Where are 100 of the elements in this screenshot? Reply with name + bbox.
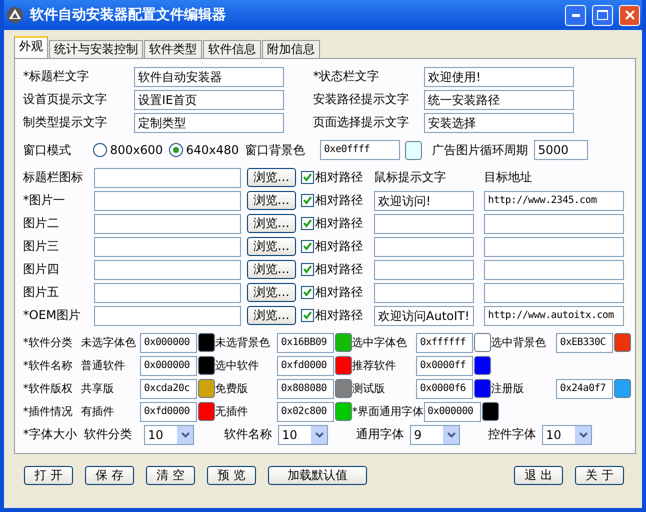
checkbox[interactable] bbox=[301, 240, 314, 253]
tooltip-field[interactable] bbox=[374, 282, 474, 302]
color-field[interactable]: 0xfd0000 bbox=[140, 402, 197, 422]
close-button[interactable] bbox=[619, 4, 640, 26]
action-button[interactable]: 退 出 bbox=[514, 466, 563, 485]
field-label: 无插件 bbox=[215, 404, 249, 419]
dropdown[interactable]: 10 bbox=[542, 424, 592, 444]
action-button[interactable]: 保 存 bbox=[85, 466, 134, 485]
tooltip-field[interactable]: 欢迎访问AutoIT! bbox=[374, 306, 474, 326]
checkbox[interactable] bbox=[301, 286, 314, 299]
dropdown[interactable]: 10 bbox=[278, 424, 328, 444]
text-field[interactable]: 统一安装路径 bbox=[424, 90, 574, 110]
path-field[interactable] bbox=[94, 190, 241, 210]
browse-button[interactable]: 浏览… bbox=[247, 260, 296, 279]
radio-button[interactable] bbox=[169, 143, 183, 157]
browse-button[interactable]: 浏览… bbox=[247, 191, 296, 210]
tab[interactable]: 附加信息 bbox=[262, 40, 320, 58]
color-swatch[interactable] bbox=[614, 333, 631, 352]
path-field[interactable] bbox=[94, 214, 241, 234]
url-field[interactable] bbox=[484, 236, 624, 256]
chevron-down-icon bbox=[446, 432, 456, 438]
text-field[interactable]: 设置IE首页 bbox=[134, 90, 284, 110]
url-field[interactable] bbox=[484, 214, 624, 234]
color-field[interactable]: 0x000000 bbox=[424, 402, 480, 422]
action-button[interactable]: 预 览 bbox=[207, 466, 256, 485]
dropdown[interactable]: 10 bbox=[144, 424, 194, 444]
checkbox[interactable] bbox=[301, 217, 314, 230]
color-swatch[interactable] bbox=[474, 379, 491, 398]
color-swatch[interactable] bbox=[474, 333, 491, 352]
color-swatch[interactable] bbox=[335, 333, 352, 352]
radio-button[interactable] bbox=[93, 143, 107, 157]
tooltip-field[interactable] bbox=[374, 214, 474, 234]
path-field[interactable] bbox=[94, 306, 241, 326]
browse-button[interactable]: 浏览… bbox=[247, 237, 296, 256]
color-swatch[interactable] bbox=[614, 379, 631, 398]
color-swatch[interactable] bbox=[198, 356, 215, 375]
color-field[interactable]: 0xffffff bbox=[416, 332, 473, 352]
color-field[interactable]: 0x000000 bbox=[140, 332, 197, 352]
text-field[interactable]: 安装选择 bbox=[424, 112, 574, 132]
action-button[interactable]: 清 空 bbox=[146, 466, 195, 485]
color-field[interactable]: 0xe0ffff bbox=[320, 140, 400, 160]
field-label: *标题栏文字 bbox=[23, 68, 90, 85]
color-field[interactable]: 0x02c800 bbox=[277, 402, 334, 422]
color-field[interactable]: 0xEB330C bbox=[556, 332, 613, 352]
color-field[interactable]: 0x0000f6 bbox=[416, 378, 473, 398]
color-field[interactable]: 0xfd0000 bbox=[277, 356, 334, 376]
checkbox[interactable] bbox=[301, 309, 314, 322]
color-swatch[interactable] bbox=[335, 402, 352, 421]
browse-button[interactable]: 浏览… bbox=[247, 214, 296, 233]
path-field[interactable] bbox=[94, 168, 241, 188]
url-field[interactable] bbox=[484, 260, 624, 280]
checkbox[interactable] bbox=[301, 171, 314, 184]
color-field[interactable]: 0x808080 bbox=[277, 378, 334, 398]
maximize-button[interactable] bbox=[592, 4, 613, 26]
color-swatch[interactable] bbox=[198, 402, 215, 421]
color-swatch[interactable] bbox=[405, 140, 422, 160]
url-field[interactable]: http://www.2345.com bbox=[484, 190, 624, 210]
action-button[interactable]: 加载默认值 bbox=[268, 466, 367, 485]
browse-button[interactable]: 浏览… bbox=[247, 306, 296, 325]
color-field[interactable]: 0xcda20c bbox=[140, 378, 197, 398]
chevron-down-icon bbox=[314, 432, 324, 438]
tab[interactable]: 软件类型 bbox=[144, 40, 202, 58]
color-field[interactable]: 0x000000 bbox=[140, 356, 197, 376]
path-field[interactable] bbox=[94, 236, 241, 256]
path-field[interactable] bbox=[94, 282, 241, 302]
color-swatch[interactable] bbox=[198, 333, 215, 352]
action-button[interactable]: 关 于 bbox=[575, 466, 624, 485]
checkbox[interactable] bbox=[301, 194, 314, 207]
minimize-button[interactable] bbox=[565, 4, 586, 26]
tab[interactable]: 软件信息 bbox=[203, 40, 261, 58]
color-field[interactable]: 0x0000ff bbox=[416, 356, 473, 376]
checkbox[interactable] bbox=[301, 263, 314, 276]
field-label: 图片五 bbox=[23, 284, 60, 301]
browse-button[interactable]: 浏览… bbox=[247, 168, 296, 187]
checkbox-label: 相对路径 bbox=[315, 192, 364, 209]
action-button[interactable]: 打 开 bbox=[24, 466, 73, 485]
tooltip-field[interactable] bbox=[374, 260, 474, 280]
color-swatch[interactable] bbox=[474, 356, 491, 375]
url-field[interactable]: http://www.autoitx.com bbox=[484, 306, 624, 326]
color-field[interactable]: 0x16BB09 bbox=[277, 332, 334, 352]
text-field[interactable]: 欢迎使用! bbox=[424, 66, 574, 86]
tab[interactable]: 外观 bbox=[14, 36, 48, 58]
tooltip-field[interactable]: 欢迎访问! bbox=[374, 190, 474, 210]
color-swatch[interactable] bbox=[482, 402, 498, 421]
field-label: 选中字体色 bbox=[352, 335, 408, 350]
path-field[interactable] bbox=[94, 260, 241, 280]
tab[interactable]: 统计与安装控制 bbox=[49, 40, 143, 58]
field-label: 图片四 bbox=[23, 261, 60, 278]
color-swatch[interactable] bbox=[335, 379, 352, 398]
field-label: 制类型提示文字 bbox=[23, 114, 108, 131]
browse-button[interactable]: 浏览… bbox=[247, 283, 296, 302]
color-field[interactable]: 0x24a0f7 bbox=[556, 378, 613, 398]
text-field[interactable]: 软件自动安装器 bbox=[134, 66, 284, 86]
color-swatch[interactable] bbox=[335, 356, 352, 375]
text-field[interactable]: 定制类型 bbox=[134, 112, 284, 132]
tooltip-field[interactable] bbox=[374, 236, 474, 256]
text-field[interactable]: 5000 bbox=[534, 140, 588, 160]
dropdown[interactable]: 9 bbox=[410, 424, 460, 444]
color-swatch[interactable] bbox=[198, 379, 215, 398]
url-field[interactable] bbox=[484, 282, 624, 302]
